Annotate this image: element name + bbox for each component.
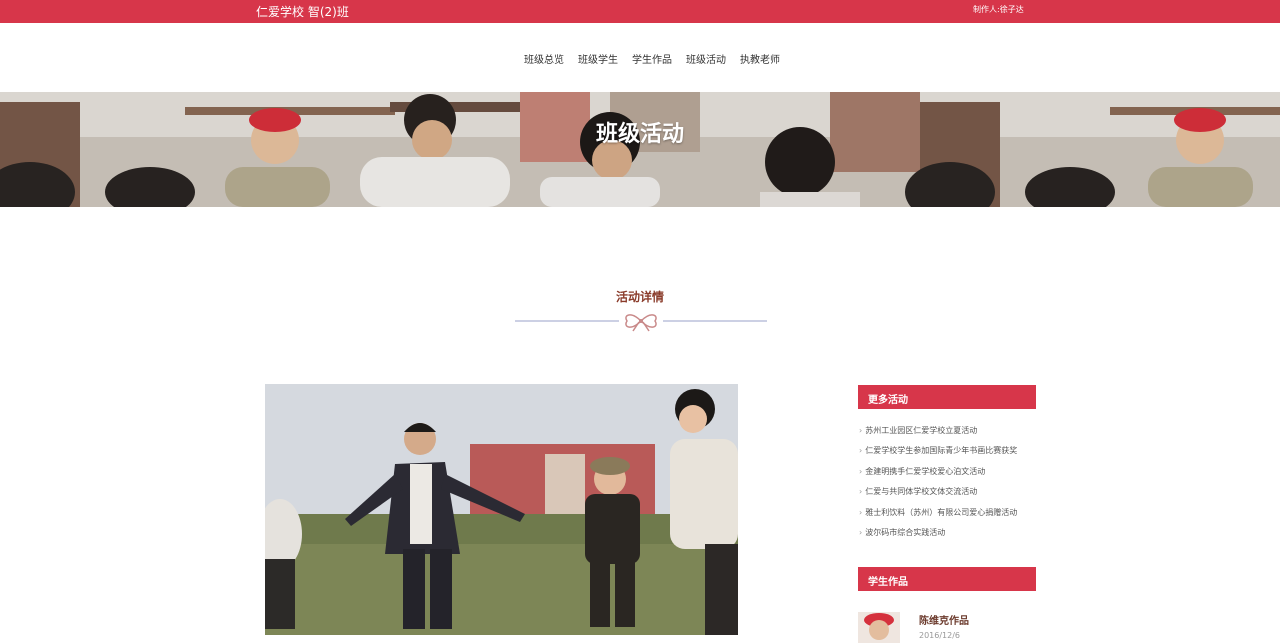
hero-banner: 班级活动	[0, 92, 1280, 207]
activity-photo-image	[265, 384, 738, 635]
chevron-right-icon: ›	[859, 507, 863, 517]
activity-link[interactable]: 波尔码市综合实践活动	[865, 528, 945, 537]
section-title: 活动详情	[615, 290, 664, 304]
chevron-right-icon: ›	[859, 426, 863, 435]
hero-photo	[0, 92, 1280, 207]
nav-item-teachers[interactable]: 执教老师	[740, 51, 780, 66]
chevron-right-icon: ›	[859, 527, 863, 537]
list-item[interactable]: › 苏州工业园区仁爱学校立夏活动	[859, 425, 1049, 445]
main-nav: 班级总览 班级学生 学生作品 班级活动 执教老师	[0, 23, 1280, 92]
chevron-right-icon: ›	[859, 487, 863, 497]
work-thumbnail[interactable]	[858, 612, 900, 643]
list-item[interactable]: › 雅士利饮料（苏州）有限公司爱心捐赠活动	[859, 507, 1049, 527]
top-bar: 仁爱学校 智(2)班 制作人:徐子达	[0, 0, 1280, 23]
nav-item-works[interactable]: 学生作品	[632, 51, 672, 66]
school-name[interactable]: 仁爱学校 智(2)班	[256, 3, 349, 20]
more-activities-list: › 苏州工业园区仁爱学校立夏活动 › 仁爱学校学生参加国际青少年书画比赛获奖 › 金建…	[859, 425, 1049, 547]
work-date: 2016/12/6	[919, 631, 961, 640]
student-work-item[interactable]: 陈维克作品 2016/12/6	[858, 612, 1048, 643]
work-thumbnail-image	[858, 612, 900, 643]
activity-link[interactable]: 仁爱学校学生参加国际青少年书画比赛获奖	[865, 446, 1017, 455]
activity-photo[interactable]	[265, 384, 738, 635]
student-works-header: 学生作品	[858, 567, 1036, 591]
more-activities-header: 更多活动	[858, 385, 1036, 409]
list-item[interactable]: › 仁爱与共同体学校文体交流活动	[859, 486, 1049, 506]
nav-item-activities[interactable]: 班级活动	[686, 51, 726, 66]
list-item[interactable]: › 仁爱学校学生参加国际青少年书画比赛获奖	[859, 445, 1049, 465]
activity-link[interactable]: 仁爱与共同体学校文体交流活动	[865, 487, 977, 496]
nav-item-overview[interactable]: 班级总览	[524, 51, 564, 66]
list-item[interactable]: › 波尔码市综合实践活动	[859, 527, 1049, 547]
list-item[interactable]: › 金建明携手仁爱学校爱心泊文活动	[859, 466, 1049, 486]
nav-list: 班级总览 班级学生 学生作品 班级活动 执教老师	[524, 51, 780, 66]
credit-text: 制作人:徐子达	[973, 5, 1024, 14]
work-title[interactable]: 陈维克作品	[919, 612, 969, 627]
activity-link[interactable]: 苏州工业园区仁爱学校立夏活动	[865, 426, 977, 435]
nav-item-students[interactable]: 班级学生	[578, 51, 618, 66]
hero-title: 班级活动	[595, 122, 684, 147]
bow-divider-icon	[515, 314, 767, 332]
chevron-right-icon: ›	[859, 446, 863, 456]
chevron-right-icon: ›	[859, 466, 863, 476]
activity-link[interactable]: 金建明携手仁爱学校爱心泊文活动	[865, 467, 985, 476]
activity-link[interactable]: 雅士利饮料（苏州）有限公司爱心捐赠活动	[865, 508, 1017, 517]
